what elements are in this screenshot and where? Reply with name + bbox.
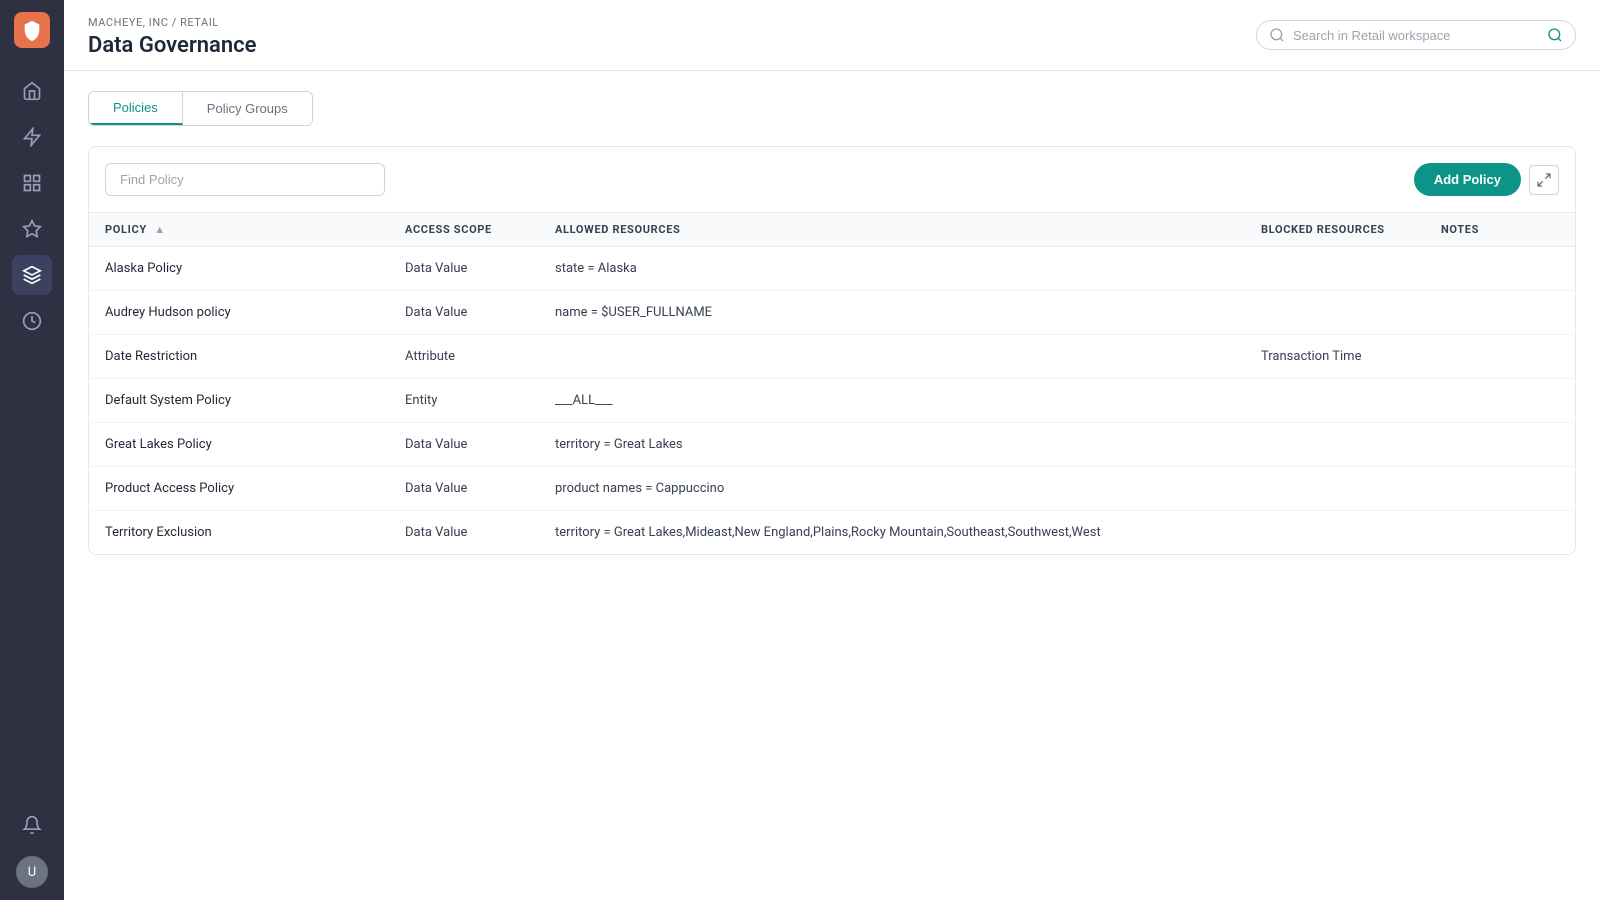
cell-notes xyxy=(1425,247,1575,291)
policies-table-card: Add Policy POLICY ▲ xyxy=(88,146,1576,555)
sidebar-item-home[interactable] xyxy=(12,71,52,111)
cell-policy: Date Restriction xyxy=(89,335,389,379)
col-policy: POLICY ▲ xyxy=(89,213,389,247)
cell-access-scope: Data Value xyxy=(389,247,539,291)
col-blocked-resources: BLOCKED RESOURCES xyxy=(1245,213,1425,247)
cell-notes xyxy=(1425,379,1575,423)
cell-policy: Alaska Policy xyxy=(89,247,389,291)
clock-icon xyxy=(22,311,42,331)
page-header: MACHEYE, INC / RETAIL Data Governance xyxy=(64,0,1600,71)
cell-blocked-resources: Transaction Time xyxy=(1245,335,1425,379)
table-body: Alaska Policy Data Value state = Alaska … xyxy=(89,247,1575,555)
table-row[interactable]: Alaska Policy Data Value state = Alaska xyxy=(89,247,1575,291)
cell-notes xyxy=(1425,423,1575,467)
tab-bar: Policies Policy Groups xyxy=(88,91,313,126)
cell-allowed-resources: territory = Great Lakes xyxy=(539,423,1245,467)
sidebar-item-grid[interactable] xyxy=(12,163,52,203)
layers-icon xyxy=(22,265,42,285)
search-box-icon xyxy=(1269,27,1285,43)
cell-access-scope: Entity xyxy=(389,379,539,423)
find-policy-input[interactable] xyxy=(105,163,385,196)
search-box xyxy=(1256,20,1576,50)
sidebar: U xyxy=(0,0,64,900)
col-allowed-resources: ALLOWED RESOURCES xyxy=(539,213,1245,247)
header-right xyxy=(1256,20,1576,50)
table-row[interactable]: Great Lakes Policy Data Value territory … xyxy=(89,423,1575,467)
grid-icon xyxy=(22,173,42,193)
table-row[interactable]: Date Restriction Attribute Transaction T… xyxy=(89,335,1575,379)
cell-blocked-resources xyxy=(1245,247,1425,291)
cell-access-scope: Data Value xyxy=(389,467,539,511)
cell-policy: Default System Policy xyxy=(89,379,389,423)
cell-allowed-resources: ___ALL___ xyxy=(539,379,1245,423)
sort-icon-policy[interactable]: ▲ xyxy=(154,223,166,236)
lightning-icon xyxy=(22,127,42,147)
col-access-scope: ACCESS SCOPE xyxy=(389,213,539,247)
cell-blocked-resources xyxy=(1245,423,1425,467)
sidebar-item-layers[interactable] xyxy=(12,255,52,295)
cell-notes xyxy=(1425,467,1575,511)
cell-notes xyxy=(1425,291,1575,335)
cell-access-scope: Data Value xyxy=(389,511,539,555)
expand-button[interactable] xyxy=(1529,165,1559,195)
cell-policy: Territory Exclusion xyxy=(89,511,389,555)
cell-policy: Audrey Hudson policy xyxy=(89,291,389,335)
main-content: MACHEYE, INC / RETAIL Data Governance Po… xyxy=(64,0,1600,900)
cell-notes xyxy=(1425,335,1575,379)
cell-allowed-resources: product names = Cappuccino xyxy=(539,467,1245,511)
table-row[interactable]: Default System Policy Entity ___ALL___ xyxy=(89,379,1575,423)
policies-table: POLICY ▲ ACCESS SCOPE ALLOWED RESOURCES … xyxy=(89,212,1575,554)
logo-icon xyxy=(21,19,43,41)
page-title: Data Governance xyxy=(88,33,256,58)
cell-allowed-resources: state = Alaska xyxy=(539,247,1245,291)
expand-icon xyxy=(1536,172,1552,188)
cell-access-scope: Data Value xyxy=(389,423,539,467)
star-icon xyxy=(22,219,42,239)
sidebar-item-history[interactable] xyxy=(12,301,52,341)
cell-blocked-resources xyxy=(1245,511,1425,555)
cell-access-scope: Data Value xyxy=(389,291,539,335)
toolbar-right: Add Policy xyxy=(1414,163,1559,196)
app-logo[interactable] xyxy=(14,12,50,48)
tab-policies[interactable]: Policies xyxy=(89,92,183,125)
search-submit-icon xyxy=(1547,27,1563,43)
table-row[interactable]: Product Access Policy Data Value product… xyxy=(89,467,1575,511)
breadcrumb: MACHEYE, INC / RETAIL xyxy=(88,16,256,29)
sidebar-item-favorites[interactable] xyxy=(12,209,52,249)
cell-access-scope: Attribute xyxy=(389,335,539,379)
cell-blocked-resources xyxy=(1245,291,1425,335)
cell-policy: Product Access Policy xyxy=(89,467,389,511)
sidebar-item-notifications[interactable] xyxy=(12,805,52,845)
cell-allowed-resources: territory = Great Lakes,Mideast,New Engl… xyxy=(539,511,1245,555)
col-notes: NOTES xyxy=(1425,213,1575,247)
cell-blocked-resources xyxy=(1245,467,1425,511)
cell-allowed-resources xyxy=(539,335,1245,379)
table-toolbar: Add Policy xyxy=(89,147,1575,212)
search-submit-button[interactable] xyxy=(1547,27,1563,43)
tab-policy-groups[interactable]: Policy Groups xyxy=(183,92,312,125)
cell-notes xyxy=(1425,511,1575,555)
sidebar-item-events[interactable] xyxy=(12,117,52,157)
search-input[interactable] xyxy=(1293,28,1539,43)
header-left: MACHEYE, INC / RETAIL Data Governance xyxy=(88,16,256,58)
table-row[interactable]: Territory Exclusion Data Value territory… xyxy=(89,511,1575,555)
add-policy-button[interactable]: Add Policy xyxy=(1414,163,1521,196)
content-area: Policies Policy Groups Add Policy xyxy=(64,71,1600,900)
cell-blocked-resources xyxy=(1245,379,1425,423)
table-row[interactable]: Audrey Hudson policy Data Value name = $… xyxy=(89,291,1575,335)
bell-icon xyxy=(22,815,42,835)
user-avatar[interactable]: U xyxy=(16,856,48,888)
home-icon xyxy=(22,81,42,101)
cell-policy: Great Lakes Policy xyxy=(89,423,389,467)
cell-allowed-resources: name = $USER_FULLNAME xyxy=(539,291,1245,335)
